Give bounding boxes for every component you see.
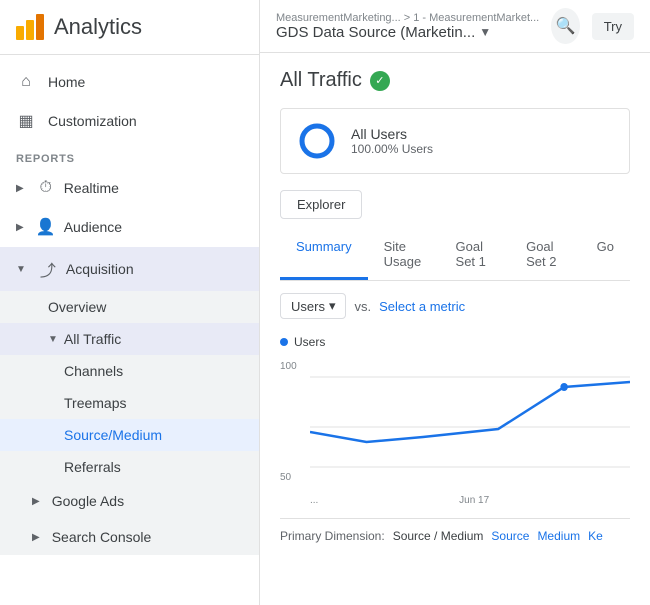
sidebar-item-audience-label: Audience [64, 219, 122, 235]
report-title: All Traffic [280, 69, 362, 92]
clock-icon: ⏱ [36, 179, 56, 197]
segment-info: All Users 100.00% Users [351, 126, 433, 156]
sidebar-item-referrals[interactable]: Referrals [0, 451, 259, 483]
collapse-arrow-all-traffic: ▼ [48, 334, 58, 345]
source-medium-label: Source/Medium [64, 427, 162, 443]
sidebar: Analytics ⌂ Home ▦ Customization REPORTS… [0, 0, 260, 605]
google-ads-label: Google Ads [52, 493, 124, 509]
chart-svg [310, 357, 630, 477]
expand-arrow-audience: ▶ [16, 222, 24, 233]
person-icon: 👤 [36, 217, 56, 237]
expand-arrow-realtime: ▶ [16, 183, 24, 194]
tabs-row: Summary Site Usage Goal Set 1 Goal Set 2… [280, 231, 630, 281]
sidebar-item-customization[interactable]: ▦ Customization [0, 101, 259, 141]
donut-chart [297, 121, 337, 161]
source-medium-wrapper: Source/Medium [0, 419, 259, 451]
sidebar-item-acquisition[interactable]: ▼ ⤴ Acquisition [0, 247, 259, 291]
dim-option-source[interactable]: Source [491, 529, 529, 543]
logo-bar-1 [16, 26, 24, 40]
sidebar-item-realtime[interactable]: ▶ ⏱ Realtime [0, 169, 259, 207]
metric-dropdown[interactable]: Users ▾ [280, 293, 346, 319]
metric-label: Users [291, 299, 325, 314]
sidebar-item-overview[interactable]: Overview [0, 291, 259, 323]
expand-arrow-search-console: ▶ [32, 532, 40, 543]
sidebar-item-channels[interactable]: Channels [0, 355, 259, 387]
sidebar-item-home-label: Home [48, 74, 85, 90]
sidebar-item-search-console[interactable]: ▶ Search Console [0, 519, 259, 555]
try-button[interactable]: Try [592, 13, 634, 40]
chart-legend-label: Users [294, 335, 325, 349]
chart-svg-wrapper [310, 357, 630, 477]
reports-section-label: REPORTS [0, 141, 259, 169]
overview-label: Overview [48, 299, 106, 315]
search-icon: 🔍 [555, 16, 575, 36]
tab-goal-set-1[interactable]: Goal Set 1 [440, 231, 511, 280]
sidebar-item-home[interactable]: ⌂ Home [0, 63, 259, 101]
segment-label: All Users [351, 126, 433, 142]
sidebar-title: Analytics [54, 14, 142, 40]
search-console-label: Search Console [52, 529, 152, 545]
home-icon: ⌂ [16, 73, 36, 91]
sidebar-nav: ⌂ Home ▦ Customization REPORTS ▶ ⏱ Realt… [0, 55, 259, 563]
checkmark-icon: ✓ [375, 74, 384, 87]
sidebar-item-google-ads[interactable]: ▶ Google Ads [0, 483, 259, 519]
dim-option-source-medium[interactable]: Source / Medium [393, 529, 484, 543]
grid-icon: ▦ [16, 111, 36, 131]
tab-goal-set-more[interactable]: Go [581, 231, 630, 280]
tab-goal-set-2[interactable]: Goal Set 2 [510, 231, 581, 280]
sidebar-item-all-traffic[interactable]: ▼ All Traffic [0, 323, 259, 355]
referrals-label: Referrals [64, 459, 121, 475]
report-title-row: All Traffic ✓ [280, 69, 630, 92]
dim-option-keyword[interactable]: Ke [588, 529, 603, 543]
explorer-tab[interactable]: Explorer [280, 190, 362, 219]
legend-dot [280, 338, 288, 346]
tab-summary[interactable]: Summary [280, 231, 368, 280]
sidebar-item-treemaps[interactable]: Treemaps [0, 387, 259, 419]
top-bar: MeasurementMarketing... > 1 - Measuremen… [260, 0, 650, 53]
tab-site-usage[interactable]: Site Usage [368, 231, 440, 280]
data-source-selector[interactable]: GDS Data Source (Marketin... ▼ [276, 24, 539, 41]
segment-sub: 100.00% Users [351, 142, 433, 156]
chart-y-labels: 100 50 [280, 357, 297, 487]
main-content: MeasurementMarketing... > 1 - Measuremen… [260, 0, 650, 605]
metric-controls: Users ▾ vs. Select a metric [280, 293, 630, 319]
sidebar-item-audience[interactable]: ▶ 👤 Audience [0, 207, 259, 247]
x-label-start: ... [310, 495, 318, 506]
expand-arrow-google-ads: ▶ [32, 496, 40, 507]
data-source-label: GDS Data Source (Marketin... [276, 24, 475, 41]
sidebar-item-realtime-label: Realtime [64, 180, 119, 196]
primary-dimension-row: Primary Dimension: Source / Medium Sourc… [280, 518, 630, 543]
sidebar-item-customization-label: Customization [48, 113, 137, 129]
report-area: All Traffic ✓ All Users 100.00% Users Ex… [260, 53, 650, 605]
y-label-50: 50 [280, 472, 297, 483]
analytics-logo [16, 14, 44, 40]
dim-option-medium[interactable]: Medium [537, 529, 580, 543]
treemaps-label: Treemaps [64, 395, 127, 411]
search-button[interactable]: 🔍 [551, 8, 580, 44]
verified-icon: ✓ [370, 71, 390, 91]
chart-x-labels: ... Jun 17 [310, 495, 630, 506]
dropdown-arrow-icon: ▼ [479, 25, 491, 39]
vs-text: vs. [354, 299, 371, 314]
select-metric[interactable]: Select a metric [379, 299, 465, 314]
sidebar-item-acquisition-label: Acquisition [66, 261, 134, 277]
sidebar-item-source-medium[interactable]: Source/Medium [0, 419, 259, 451]
logo-bar-3 [36, 14, 44, 40]
sidebar-header: Analytics [0, 0, 259, 55]
logo-bar-2 [26, 20, 34, 40]
segment-card: All Users 100.00% Users [280, 108, 630, 174]
breadcrumb: MeasurementMarketing... > 1 - Measuremen… [276, 12, 539, 24]
all-traffic-label: All Traffic [64, 331, 121, 347]
y-label-100: 100 [280, 361, 297, 372]
metric-dropdown-arrow: ▾ [329, 298, 336, 314]
expand-arrow-acquisition: ▼ [16, 264, 26, 275]
chart-legend: Users [280, 335, 630, 349]
x-label-jun17: Jun 17 [459, 495, 489, 506]
acquisition-icon: ⤴ [38, 257, 58, 281]
chart-area: 100 50 [280, 357, 630, 487]
primary-dimension-label: Primary Dimension: [280, 529, 385, 543]
channels-label: Channels [64, 363, 123, 379]
